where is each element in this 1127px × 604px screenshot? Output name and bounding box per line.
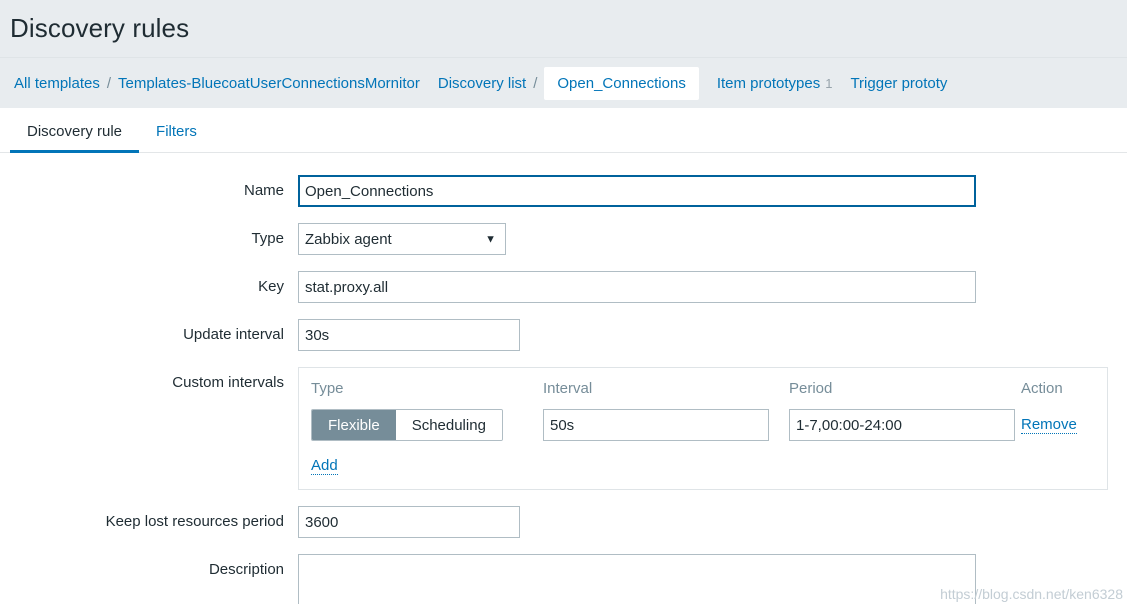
row-keep-lost-resources: Keep lost resources period [0, 506, 1127, 539]
row-description: Description [0, 554, 1127, 604]
discovery-rule-form: Name Type Zabbix agent ▼ Key Update inte… [0, 153, 1127, 604]
breadcrumb-item-item-prototypes[interactable]: Item prototypes [717, 75, 820, 92]
keep-lost-resources-label: Keep lost resources period [105, 513, 284, 531]
update-interval-input[interactable] [298, 319, 520, 351]
name-input[interactable] [298, 175, 976, 207]
breadcrumb-item-template[interactable]: Templates-BluecoatUserConnectionsMornito… [118, 75, 420, 92]
name-label: Name [243, 182, 284, 199]
name-field-wrap [298, 175, 1127, 207]
type-field-wrap: Zabbix agent ▼ [298, 223, 1127, 255]
add-interval-wrap: Add [311, 457, 1093, 476]
page-header: Discovery rules [0, 0, 1127, 58]
description-label: Description [208, 561, 284, 579]
column-header-type: Type [311, 380, 344, 397]
keep-lost-resources-field-wrap [298, 506, 1127, 539]
type-select-wrap: Zabbix agent ▼ [298, 223, 506, 255]
custom-intervals-field-wrap: Type Interval Period Action Flexible Sch… [298, 367, 1127, 491]
row-key: Key [0, 271, 1127, 303]
interval-type-toggle: Flexible Scheduling [311, 409, 503, 441]
key-input[interactable] [298, 271, 976, 303]
description-field-wrap [298, 554, 1127, 604]
table-row-action-cell: Remove [1021, 416, 1093, 435]
breadcrumb-separator-2: / [533, 74, 538, 92]
breadcrumb-separator: / [106, 74, 112, 92]
page-title: Discovery rules [10, 13, 190, 43]
type-label: Type [251, 230, 284, 247]
tab-filters[interactable]: Filters [139, 123, 214, 152]
key-field-wrap [298, 271, 1127, 303]
row-custom-intervals: Custom intervals Type Interval Period Ac… [0, 367, 1127, 491]
custom-interval-input[interactable] [543, 409, 769, 441]
custom-intervals-box: Type Interval Period Action Flexible Sch… [298, 367, 1108, 491]
toggle-option-scheduling[interactable]: Scheduling [395, 410, 502, 440]
add-interval-link[interactable]: Add [311, 457, 338, 476]
key-label: Key [258, 278, 284, 295]
custom-intervals-grid: Type Interval Period Action Flexible Sch… [311, 380, 1093, 441]
breadcrumb-item-open-connections[interactable]: Open_Connections [544, 66, 699, 100]
breadcrumb: All templates / Templates-BluecoatUserCo… [0, 58, 1127, 108]
custom-period-input[interactable] [789, 409, 1015, 441]
breadcrumb-item-all-templates[interactable]: All templates [14, 75, 100, 92]
remove-interval-link[interactable]: Remove [1021, 416, 1077, 435]
breadcrumb-item-discovery-list[interactable]: Discovery list [438, 75, 526, 92]
column-header-period: Period [789, 380, 833, 397]
custom-intervals-label: Custom intervals [172, 374, 284, 391]
column-header-action: Action [1021, 380, 1063, 397]
update-interval-label: Update interval [183, 326, 284, 343]
update-interval-field-wrap [298, 319, 1127, 351]
description-textarea[interactable] [298, 554, 976, 604]
row-type: Type Zabbix agent ▼ [0, 223, 1127, 255]
table-row-period-cell [789, 409, 1021, 441]
row-name: Name [0, 175, 1127, 207]
table-row-interval-cell [543, 409, 789, 441]
item-prototypes-count: 1 [825, 75, 833, 91]
keep-lost-resources-input[interactable] [298, 506, 520, 539]
row-update-interval: Update interval [0, 319, 1127, 351]
table-row-type-cell: Flexible Scheduling [311, 409, 543, 441]
column-header-interval: Interval [543, 380, 593, 397]
type-select[interactable]: Zabbix agent [298, 223, 506, 255]
tab-strip: Discovery rule Filters [0, 108, 1127, 153]
breadcrumb-item-trigger-prototypes[interactable]: Trigger prototy [850, 75, 947, 92]
toggle-option-flexible[interactable]: Flexible [312, 410, 396, 440]
tab-discovery-rule[interactable]: Discovery rule [10, 123, 140, 153]
